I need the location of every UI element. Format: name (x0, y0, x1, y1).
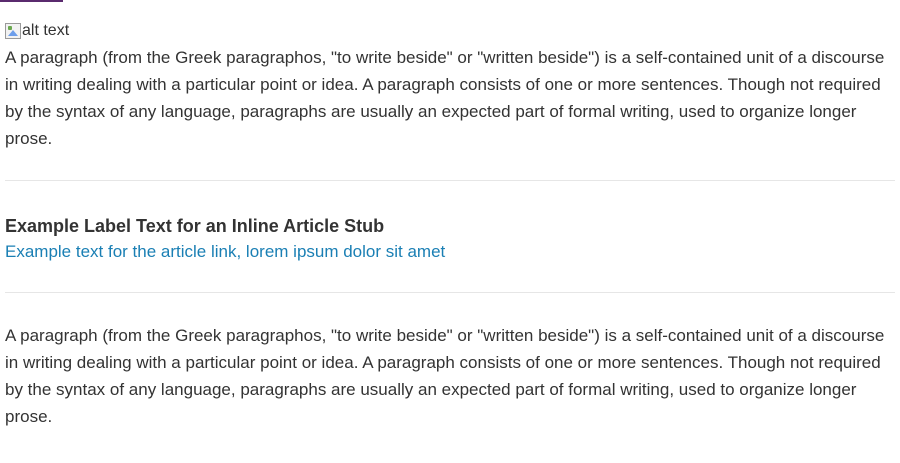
inline-article-stub: Example Label Text for an Inline Article… (5, 213, 895, 265)
divider-2 (5, 292, 895, 293)
article-stub-link[interactable]: Example text for the article link, lorem… (5, 239, 445, 265)
image-alt-text: alt text (22, 22, 70, 39)
divider-1 (5, 180, 895, 181)
article-content: alt text A paragraph (from the Greek par… (5, 0, 895, 430)
broken-image-icon (5, 23, 21, 39)
paragraph-2: A paragraph (from the Greek paragraphos,… (5, 326, 885, 426)
article-stub-label: Example Label Text for an Inline Article… (5, 216, 385, 236)
paragraph-1: A paragraph (from the Greek paragraphos,… (5, 48, 885, 148)
broken-image: alt text (5, 20, 895, 42)
